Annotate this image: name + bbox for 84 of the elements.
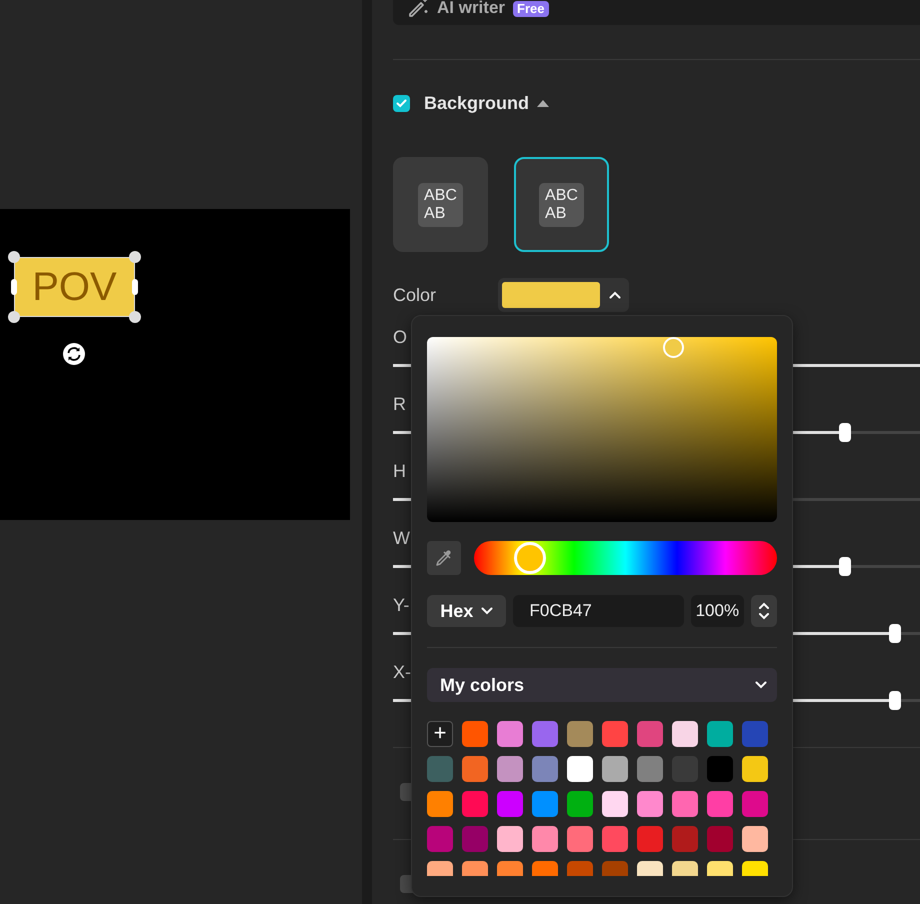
chevron-down-icon <box>481 607 494 615</box>
color-swatch[interactable] <box>532 826 558 852</box>
color-swatch[interactable] <box>602 756 628 782</box>
color-swatch[interactable] <box>462 791 488 817</box>
palette-dropdown[interactable]: My colors <box>427 668 777 702</box>
resize-handle[interactable] <box>11 279 17 295</box>
add-color-button[interactable]: + <box>427 721 453 747</box>
resize-handle[interactable] <box>129 311 141 323</box>
color-swatch[interactable] <box>707 791 733 817</box>
chevron-up-icon <box>609 291 621 299</box>
slider-thumb[interactable] <box>888 691 901 710</box>
chevron-down-icon <box>755 681 767 689</box>
hex-input[interactable]: F0CB47 <box>513 595 684 627</box>
color-swatch[interactable] <box>637 756 663 782</box>
pen-icon <box>407 0 429 17</box>
color-swatch[interactable] <box>462 721 488 747</box>
color-swatch[interactable] <box>672 826 698 852</box>
color-swatch[interactable] <box>532 756 558 782</box>
color-swatch[interactable] <box>427 791 453 817</box>
mode-dropdown[interactable]: Hex <box>427 595 506 627</box>
caption-text[interactable]: POV <box>14 257 135 317</box>
section-title: Background <box>424 92 530 114</box>
stepper-icon[interactable] <box>751 595 777 627</box>
slider-label: O <box>393 326 408 349</box>
slider-label: R <box>393 393 406 416</box>
slider-label: X- <box>393 661 411 684</box>
slider-thumb[interactable] <box>888 624 901 643</box>
color-swatch[interactable] <box>497 756 523 782</box>
color-swatch[interactable] <box>497 791 523 817</box>
free-badge: Free <box>513 1 548 17</box>
style-preview-text: ABC AB <box>418 182 463 226</box>
color-swatch[interactable] <box>742 826 768 852</box>
color-swatch[interactable] <box>532 721 558 747</box>
color-swatch[interactable] <box>707 756 733 782</box>
slider-thumb[interactable] <box>838 423 851 442</box>
ai-writer-label: AI writer <box>437 0 506 17</box>
color-swatch[interactable] <box>637 826 663 852</box>
color-swatch[interactable] <box>602 791 628 817</box>
color-handle[interactable] <box>663 337 684 358</box>
eyedropper-icon[interactable] <box>427 541 461 575</box>
slider-thumb[interactable] <box>838 557 851 576</box>
caret-icon[interactable] <box>537 100 550 106</box>
color-swatch[interactable] <box>602 826 628 852</box>
color-swatch[interactable] <box>637 791 663 817</box>
color-swatch[interactable] <box>707 826 733 852</box>
saturation-area[interactable] <box>427 337 777 522</box>
resize-handle[interactable] <box>8 251 20 263</box>
color-swatch[interactable] <box>742 756 768 782</box>
check-icon <box>396 98 407 108</box>
color-swatch[interactable] <box>497 826 523 852</box>
ai-writer-card[interactable]: AI writer Free <box>393 0 920 25</box>
color-swatch[interactable] <box>497 721 523 747</box>
hue-thumb[interactable] <box>514 542 546 574</box>
color-swatch[interactable] <box>567 756 593 782</box>
color-swatch[interactable] <box>427 826 453 852</box>
hue-slider[interactable] <box>474 541 777 575</box>
color-swatch[interactable] <box>672 721 698 747</box>
color-swatch[interactable] <box>672 791 698 817</box>
color-dropdown[interactable] <box>498 278 629 312</box>
resize-handle[interactable] <box>129 251 141 263</box>
color-swatch[interactable] <box>462 756 488 782</box>
slider-label: H <box>393 460 406 483</box>
rotate-icon[interactable] <box>62 342 86 366</box>
resize-handle[interactable] <box>8 311 20 323</box>
color-swatch[interactable] <box>742 721 768 747</box>
color-swatch[interactable] <box>567 826 593 852</box>
color-swatch[interactable] <box>707 721 733 747</box>
style-option[interactable]: ABC AB <box>514 157 609 252</box>
slider-label: Y- <box>393 594 410 617</box>
color-swatch[interactable] <box>637 721 663 747</box>
style-preview-text: ABC AB <box>539 182 584 226</box>
resize-handle[interactable] <box>132 279 138 295</box>
color-label: Color <box>393 284 438 306</box>
color-swatch[interactable] <box>462 826 488 852</box>
color-swatch[interactable] <box>567 791 593 817</box>
style-option[interactable]: ABC AB <box>393 157 488 252</box>
slider-label: W <box>393 527 410 550</box>
color-swatch[interactable] <box>427 756 453 782</box>
color-swatch[interactable] <box>602 721 628 747</box>
opacity-input[interactable]: 100% <box>690 595 744 627</box>
checkbox[interactable] <box>393 94 410 112</box>
color-swatch[interactable] <box>532 791 558 817</box>
color-swatch[interactable] <box>742 791 768 817</box>
color-swatch[interactable] <box>567 721 593 747</box>
